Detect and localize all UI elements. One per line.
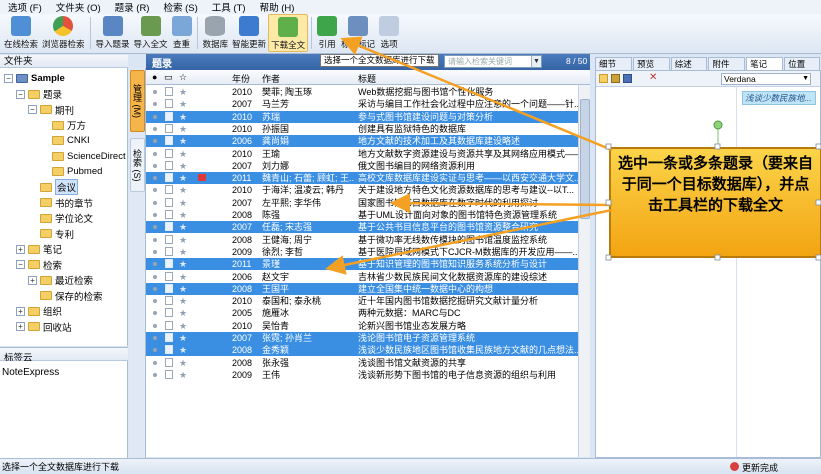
resize-handles bbox=[605, 143, 821, 261]
callout-arrow-grid bbox=[390, 193, 613, 214]
rotate-handle bbox=[713, 120, 723, 130]
callout-arrow-toolbar bbox=[340, 36, 613, 152]
callout-arrow-grid-2 bbox=[325, 208, 613, 275]
annotation-overlay bbox=[325, 36, 821, 275]
